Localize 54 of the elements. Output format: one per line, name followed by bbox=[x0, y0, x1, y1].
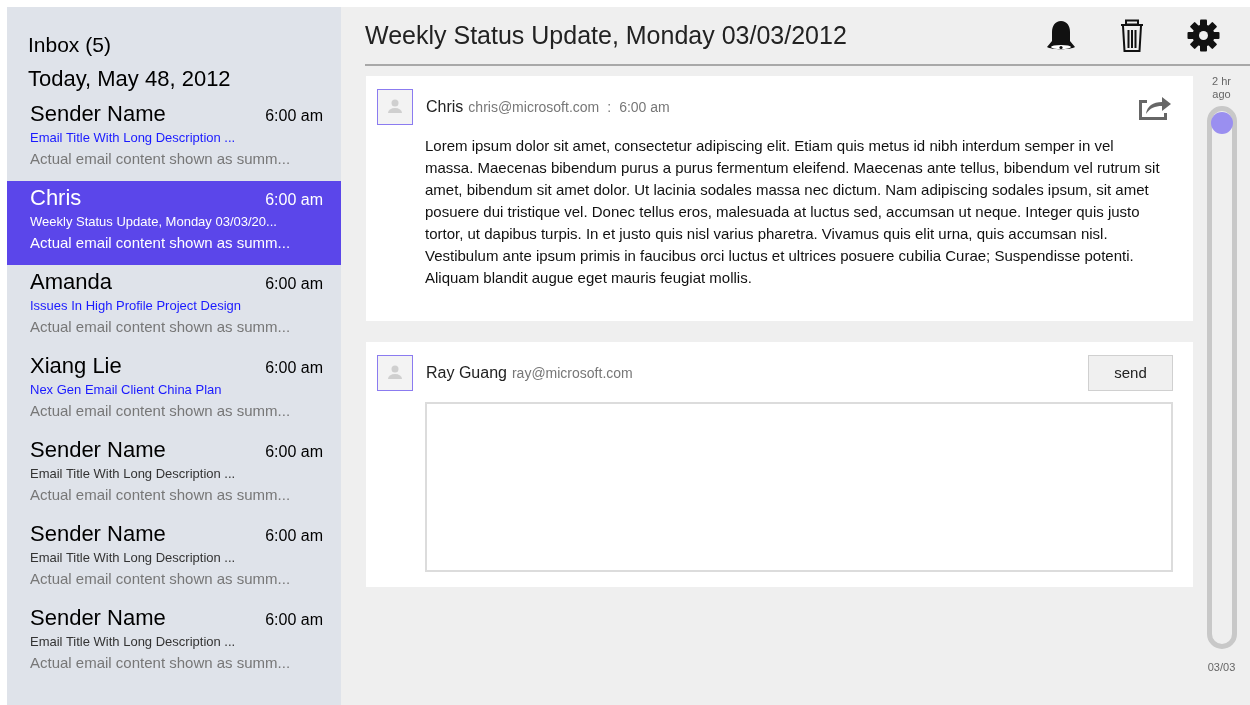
email-list-item[interactable]: Chris 6:00 am Weekly Status Update, Monday 03/03/20... Actual email content shown as summ... bbox=[7, 181, 341, 265]
email-time: 6:00 am bbox=[265, 526, 323, 546]
email-subject: Email Title With Long Description ... bbox=[30, 465, 237, 483]
email-time: 6:00 am bbox=[265, 442, 323, 462]
email-summary: Actual email content shown as summ... bbox=[30, 317, 292, 337]
email-time: 6:00 am bbox=[265, 106, 323, 126]
email-subject: Email Title With Long Description ... bbox=[30, 549, 237, 567]
sender-name: Chris bbox=[426, 97, 464, 117]
sender-name: Sender Name bbox=[30, 436, 167, 464]
sender-name: Amanda bbox=[30, 268, 113, 296]
email-subject: Email Title With Long Description ... bbox=[30, 129, 237, 147]
avatar-icon bbox=[377, 355, 413, 391]
timeline-thumb[interactable] bbox=[1210, 112, 1233, 134]
timeline-label: 03/03 bbox=[1207, 660, 1236, 675]
sender-name: Sender Name bbox=[30, 100, 167, 128]
email-subject: Nex Gen Email Client China Plan bbox=[30, 381, 223, 399]
email-list-item[interactable]: Sender Name 6:00 am Email Title With Long Description ... Actual email content shown as summ... bbox=[7, 97, 341, 181]
sender-email: chris@microsoft.com bbox=[468, 97, 600, 117]
email-time: 6:00 am bbox=[265, 358, 323, 378]
inbox-title: Inbox (5) bbox=[28, 32, 111, 58]
reply-field[interactable] bbox=[425, 402, 1173, 572]
email-subject: Issues In High Profile Project Design bbox=[30, 297, 242, 315]
timeline-track[interactable] bbox=[1206, 106, 1237, 649]
send-button[interactable]: send bbox=[1088, 355, 1173, 391]
email-list-item[interactable]: Sender Name 6:00 am Email Title With Long Description ... Actual email content shown as summ... bbox=[7, 517, 341, 601]
avatar-icon bbox=[377, 89, 413, 125]
sender-name: Sender Name bbox=[30, 604, 167, 632]
sender-name: Chris bbox=[30, 184, 83, 212]
email-subject: Weekly Status Update, Monday 03/03/20... bbox=[30, 213, 278, 231]
email-list-item[interactable]: Sender Name 6:00 am Email Title With Long Description ... Actual email content shown as summ... bbox=[7, 433, 341, 517]
email-summary: Actual email content shown as summ... bbox=[30, 233, 292, 253]
sender-name: Ray Guang bbox=[426, 363, 507, 383]
sender-name: Xiang Lie bbox=[30, 352, 123, 380]
trash-icon[interactable] bbox=[1120, 18, 1144, 53]
message-body: Lorem ipsum dolor sit amet, consectetur adipiscing elit. Etiam quis metus id nibh interdum semper in vel massa. Maecenas bibendum purus a purus fermentum eleifend. Maecenas ante tellus, bibendum vel rutrum sit amet, bibendum sit amet dolor. Ut lacinia sodales massa nec dictum. Nam adipiscing sodales ipsum, sit amet posuere dui tristique vel. Donec tellus eros, malesuada at luctus sed, accumsan ut neque. Integer quis justo tortor, ut dapibus turpis. In et justo quis nisl varius pharetra. Vivamus quis elit urna, quis accumsan nisl. Vestibulum ante ipsum primis in faucibus orci luctus et ultrices posuere cubilia Curae; Suspendisse potenti. Aliquam blandit augue eget mauris feugiat mollis. bbox=[425, 136, 1161, 288]
email-time: 6:00 am bbox=[265, 610, 323, 630]
separator-text: : bbox=[607, 97, 612, 117]
email-list-item[interactable]: Sender Name 6:00 am Email Title With Long Description ... Actual email content shown as summ... bbox=[7, 601, 341, 685]
email-summary: Actual email content shown as summ... bbox=[30, 149, 292, 169]
message-time: 6:00 am bbox=[619, 97, 671, 117]
timeline-label: 2 hr ago bbox=[1211, 75, 1232, 101]
email-list-item[interactable]: Amanda 6:00 am Issues In High Profile Project Design Actual email content shown as summ... bbox=[7, 265, 341, 349]
email-list-item[interactable]: Xiang Lie 6:00 am Nex Gen Email Client China Plan Actual email content shown as summ... bbox=[7, 349, 341, 433]
email-summary: Actual email content shown as summ... bbox=[30, 653, 292, 673]
email-subject: Email Title With Long Description ... bbox=[30, 633, 237, 651]
email-summary: Actual email content shown as summ... bbox=[30, 485, 292, 505]
email-time: 6:00 am bbox=[265, 274, 323, 294]
email-summary: Actual email content shown as summ... bbox=[30, 569, 292, 589]
thread-title: Weekly Status Update, Monday 03/03/2012 bbox=[365, 19, 848, 51]
date-heading: Today, May 48, 2012 bbox=[28, 65, 231, 93]
sender-name: Sender Name bbox=[30, 520, 167, 548]
sender-email: ray@microsoft.com bbox=[511, 363, 634, 383]
email-time: 6:00 am bbox=[265, 190, 323, 210]
email-summary: Actual email content shown as summ... bbox=[30, 401, 292, 421]
